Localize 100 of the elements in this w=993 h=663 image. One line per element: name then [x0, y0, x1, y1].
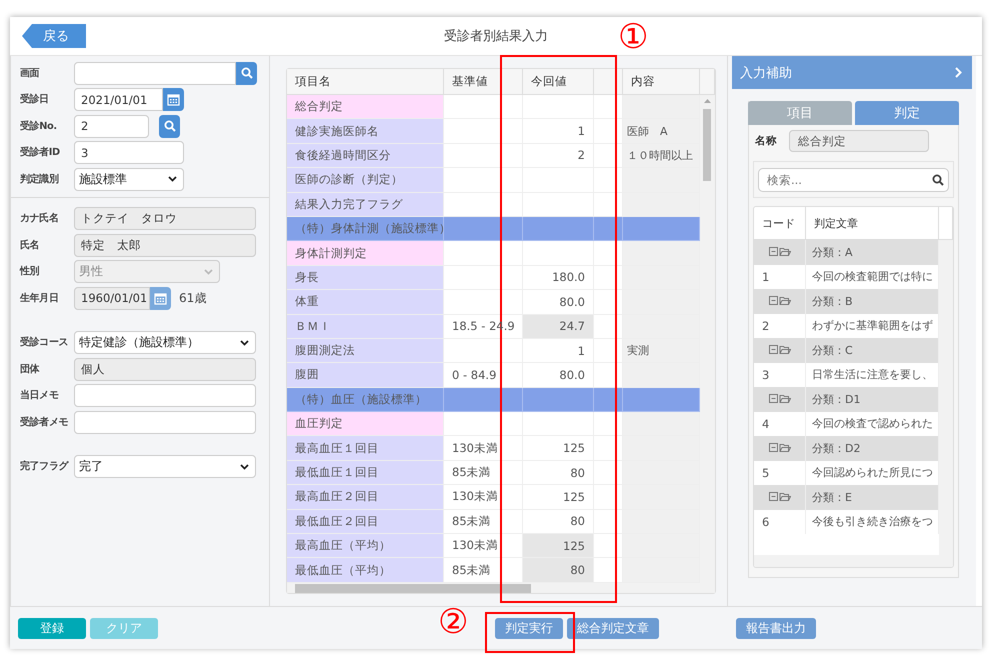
number-field[interactable]: 2: [74, 114, 149, 138]
value-cell[interactable]: 80: [523, 558, 594, 583]
collapse-folder-icon: [768, 345, 790, 356]
value-cell[interactable]: 125: [523, 534, 594, 558]
chevron-down-icon: [240, 464, 249, 470]
item-name: 体重: [295, 294, 319, 310]
text-field[interactable]: [74, 410, 256, 434]
column-header: 基準値: [452, 74, 488, 89]
chevron-right-icon: [955, 67, 962, 78]
scrollbar-thumb[interactable]: [295, 584, 531, 593]
date-field[interactable]: 2021/01/01: [74, 88, 163, 112]
column-header: 今回値: [531, 74, 567, 89]
code-text: 2: [762, 318, 770, 333]
reference-value: 0 - 84.9: [452, 368, 496, 382]
search-icon: [932, 174, 944, 186]
table-row[interactable]: 医師の診断（判定）: [287, 168, 700, 193]
scroll-up-icon[interactable]: [704, 99, 711, 103]
value-cell[interactable]: 80.0: [523, 363, 594, 388]
table-row[interactable]: 健診実施医師名 1 医師 A: [287, 119, 700, 144]
category-row[interactable]: 分類：C: [754, 338, 939, 362]
table-row[interactable]: 最高血圧（平均） 130未満 125: [287, 534, 700, 558]
search-icon: [240, 67, 252, 80]
table-row[interactable]: 最低血圧２回目 85未満 80: [287, 510, 700, 534]
category-label: 分類：D1: [812, 392, 860, 407]
field-label: 受診日: [19, 93, 50, 106]
category-row[interactable]: 分類：E: [754, 485, 939, 510]
search-field[interactable]: 検索...: [758, 168, 949, 192]
table-row[interactable]: 腹囲 0 - 84.9 80.0: [287, 363, 700, 388]
item-name: （特）血圧（施設標準）: [295, 392, 427, 407]
value-cell[interactable]: [523, 388, 594, 412]
age-text: 61歳: [179, 290, 206, 307]
calendar-icon: [167, 93, 180, 106]
collapse-folder-icon: [768, 247, 790, 258]
calendar-button[interactable]: [163, 88, 184, 112]
reference-value: 85未満: [452, 562, 491, 578]
table-row[interactable]: 身体計測判定: [287, 241, 700, 266]
table-row[interactable]: 最低血圧１回目 85未満 80: [287, 460, 700, 486]
value-cell[interactable]: 80: [523, 510, 594, 534]
sentence-text: 今回の検査で認められた: [812, 416, 933, 432]
item-name: 最低血圧２回目: [295, 514, 379, 529]
reference-value: 130未満: [452, 440, 498, 456]
text-field[interactable]: 3: [74, 141, 184, 164]
dropdown[interactable]: 特定健診（施設標準）: [74, 331, 256, 354]
name-field: 総合判定: [789, 130, 929, 152]
code-text: 3: [762, 368, 770, 382]
value-cell[interactable]: 1: [523, 119, 594, 144]
table-row[interactable]: 体重 80.0: [287, 290, 700, 315]
collapse-folder-icon: [768, 492, 790, 502]
screen-field[interactable]: [74, 62, 236, 85]
value-cell[interactable]: 2: [523, 144, 594, 168]
search-button[interactable]: [236, 62, 257, 85]
table-row[interactable]: 最高血圧２回目 130未満 125: [287, 485, 700, 510]
item-name: 最低血圧１回目: [295, 465, 379, 480]
item-name: 腹囲測定法: [295, 343, 355, 358]
dropdown[interactable]: 施設標準: [74, 168, 184, 191]
annotation-number: ②: [438, 602, 468, 642]
scrollbar-thumb[interactable]: [703, 109, 711, 181]
field-label: 受診コース: [19, 336, 70, 350]
value-cell[interactable]: 24.7: [523, 314, 594, 339]
field-label: 氏名: [19, 238, 40, 252]
search-button[interactable]: [159, 114, 180, 138]
window-title: 受診者別結果入力: [444, 29, 548, 44]
table-row[interactable]: 食後経過時間区分 2 １０時間以上: [287, 144, 700, 168]
column-header: 項目名: [295, 74, 331, 89]
table-row[interactable]: 身長 180.0: [287, 266, 700, 290]
value-cell[interactable]: 125: [523, 436, 594, 461]
calendar-button[interactable]: [150, 286, 171, 310]
dropdown[interactable]: 完了: [74, 455, 256, 478]
item-name: 医師の診断（判定）: [295, 172, 403, 188]
horizontal-scrollbar[interactable]: [754, 555, 953, 567]
table-row[interactable]: 腹囲測定法 1 実測: [287, 338, 700, 364]
category-row[interactable]: 分類：A: [754, 240, 939, 264]
table-row[interactable]: 最高血圧１回目 130未満 125: [287, 436, 700, 461]
value-cell[interactable]: 80: [523, 460, 594, 486]
field-label: 判定識別: [19, 172, 60, 186]
category-row[interactable]: 分類：B: [754, 289, 939, 314]
value-cell[interactable]: 80.0: [523, 290, 594, 315]
field-label: 団体: [19, 362, 40, 376]
text-field[interactable]: [74, 384, 256, 408]
item-name: 血圧判定: [295, 416, 343, 432]
chevron-down-icon: [168, 176, 177, 182]
table-row[interactable]: 総合判定: [287, 95, 700, 120]
table-row[interactable]: 血圧判定: [287, 412, 700, 436]
category-label: 分類：D2: [812, 440, 860, 456]
field-label: 名称: [755, 134, 777, 148]
sentence-text: 日常生活に注意を要し、: [812, 367, 933, 382]
code-text: 6: [762, 514, 770, 529]
table-row[interactable]: 最低血圧（平均） 85未満 80: [287, 558, 700, 583]
column-header: コード: [762, 216, 795, 230]
value-cell[interactable]: 180.0: [523, 266, 594, 290]
reference-value: 85未満: [452, 514, 491, 529]
field-label: 受診No.: [19, 120, 58, 133]
category-row[interactable]: 分類：D2: [754, 436, 939, 460]
vertical-scrollbar[interactable]: [939, 240, 953, 555]
category-label: 分類：E: [812, 490, 852, 505]
value-cell[interactable]: 1: [523, 338, 594, 364]
table-row[interactable]: 結果入力完了フラグ: [287, 192, 700, 217]
category-row[interactable]: 分類：D1: [754, 387, 939, 412]
value-cell[interactable]: [523, 216, 594, 242]
value-cell[interactable]: 125: [523, 485, 594, 510]
